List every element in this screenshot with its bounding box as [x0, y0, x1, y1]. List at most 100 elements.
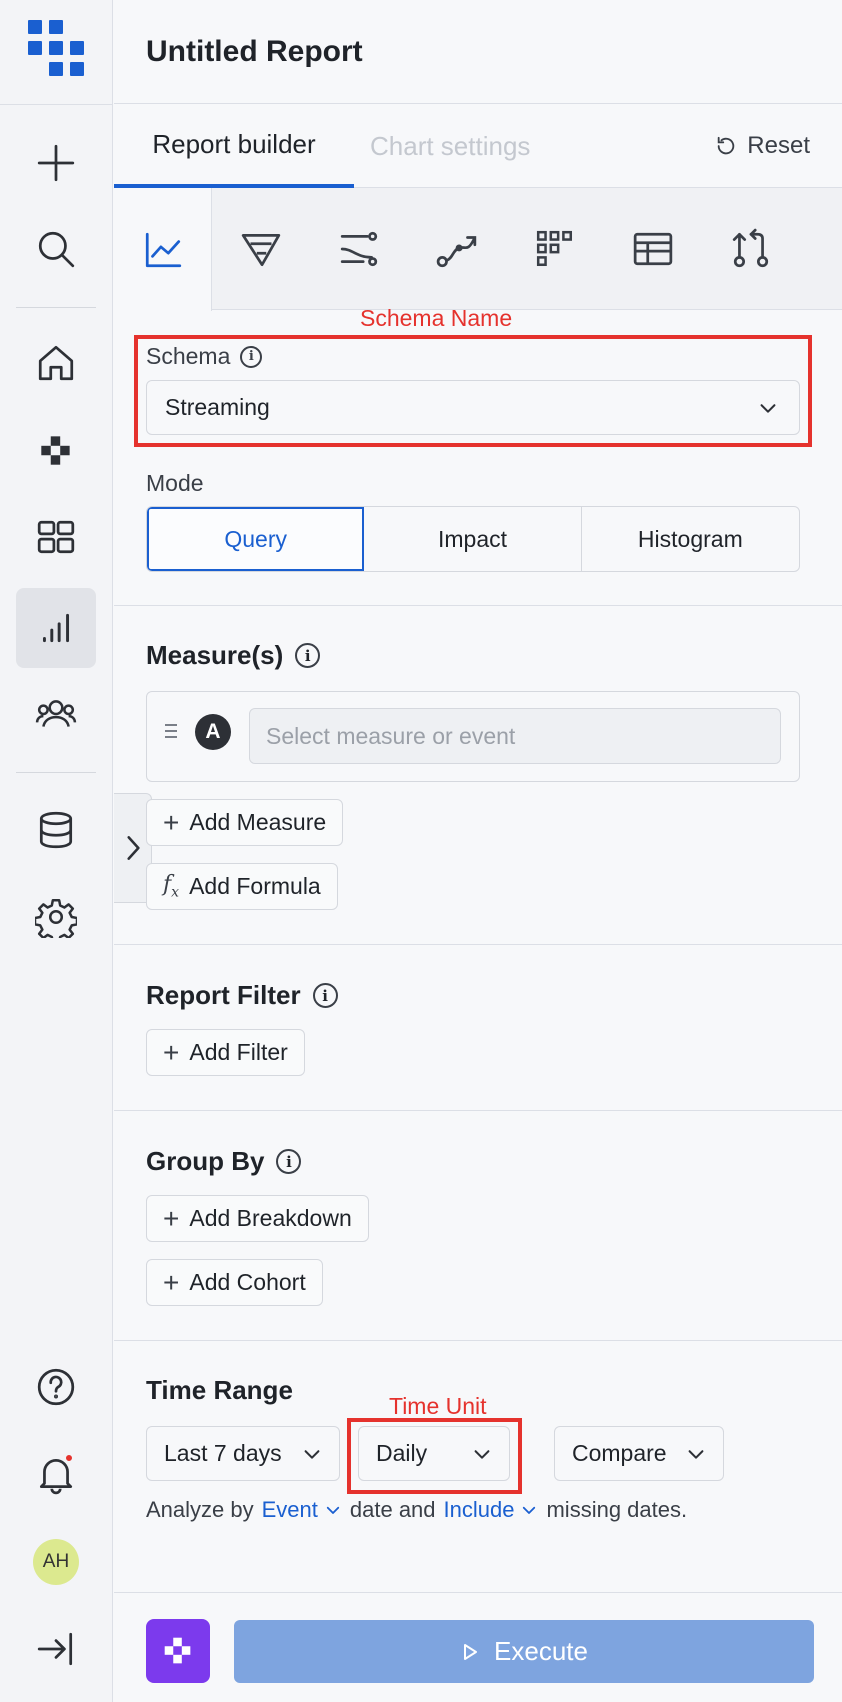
measure-select-input[interactable]: Select measure or event	[249, 708, 781, 764]
chevron-down-icon	[523, 1506, 536, 1514]
footer-bar: Execute	[114, 1592, 842, 1702]
notification-dot	[64, 1453, 74, 1463]
add-filter-label: Add Filter	[189, 1039, 288, 1065]
time-range-title-text: Time Range	[146, 1375, 293, 1405]
dashboards-icon[interactable]	[16, 497, 96, 577]
reports-icon[interactable]	[16, 588, 96, 668]
analyze-mid: date and	[349, 1497, 436, 1522]
missing-dates-dropdown[interactable]: Include	[444, 1497, 539, 1523]
plus-icon: +	[163, 806, 180, 838]
mode-impact-option[interactable]: Impact	[364, 507, 582, 571]
date-range-value: Last 7 days	[164, 1440, 282, 1466]
search-icon[interactable]	[16, 209, 96, 289]
report-filter-title-text: Report Filter	[146, 980, 301, 1010]
schema-name-annotation: Schema Name	[360, 305, 513, 331]
retention-grid-icon[interactable]	[506, 188, 604, 310]
execute-label: Execute	[494, 1636, 588, 1666]
analyze-by-sentence: Analyze by Event date and Include missin…	[146, 1497, 687, 1523]
plus-icon: +	[163, 1266, 180, 1298]
add-measure-button[interactable]: + Add Measure	[146, 799, 344, 846]
add-cohort-label: Add Cohort	[189, 1269, 306, 1295]
execute-button[interactable]: Execute	[234, 1620, 814, 1683]
home-icon[interactable]	[16, 323, 96, 403]
add-breakdown-button[interactable]: + Add Breakdown	[146, 1195, 369, 1242]
analyze-suffix: missing dates.	[546, 1497, 688, 1522]
tab-report-builder[interactable]: Report builder	[114, 104, 354, 188]
schema-select[interactable]: Streaming	[146, 380, 800, 435]
app-root: AH Untitled Report Report builder Chart …	[0, 0, 842, 1702]
compare-select[interactable]: Compare	[554, 1426, 724, 1481]
settings-gear-icon[interactable]	[16, 877, 96, 957]
avatar[interactable]: AH	[33, 1539, 79, 1585]
measure-letter-badge: A	[195, 714, 231, 750]
add-breakdown-label: Add Breakdown	[189, 1205, 352, 1231]
compare-icon[interactable]	[702, 188, 800, 310]
measures-section-title: Measure(s) i	[146, 640, 321, 671]
ai-assistant-icon	[164, 1637, 191, 1664]
left-rail: AH	[0, 0, 113, 1702]
group-by-title-text: Group By	[146, 1146, 265, 1176]
chart-type-bar	[114, 188, 842, 311]
journey-icon[interactable]	[408, 188, 506, 310]
report-filter-info-icon[interactable]: i	[312, 983, 338, 1008]
date-range-select[interactable]: Last 7 days	[146, 1426, 340, 1481]
group-by-section-title: Group By i	[146, 1146, 302, 1177]
mode-query-option[interactable]: Query	[147, 507, 365, 571]
compare-label: Compare	[572, 1440, 667, 1466]
analyze-prefix: Analyze by	[146, 1497, 254, 1522]
expand-sidebar-icon[interactable]	[16, 1609, 96, 1689]
add-formula-label: Add Formula	[189, 873, 321, 899]
section-divider	[114, 1110, 842, 1111]
report-builder-panel: Untitled Report Report builder Chart set…	[114, 0, 842, 1702]
tab-chart-settings[interactable]: Chart settings	[370, 104, 530, 188]
ai-assistant-button[interactable]	[146, 1619, 210, 1683]
reset-icon	[718, 136, 735, 155]
time-range-section-title: Time Range	[146, 1375, 293, 1406]
analyze-by-dropdown[interactable]: Event	[262, 1497, 342, 1523]
report-filter-section-title: Report Filter i	[146, 980, 338, 1011]
schema-label-text: Schema	[146, 343, 231, 369]
new-icon[interactable]	[16, 123, 96, 203]
measures-title-text: Measure(s)	[146, 640, 284, 670]
drag-handle-icon[interactable]	[165, 724, 177, 742]
help-icon[interactable]	[16, 1347, 96, 1427]
section-divider	[114, 1340, 842, 1341]
page-title[interactable]: Untitled Report	[146, 35, 363, 69]
rail-divider	[0, 104, 113, 105]
table-icon[interactable]	[604, 188, 702, 310]
plus-icon: +	[163, 1036, 180, 1068]
schema-label: Schema i	[146, 343, 263, 370]
group-by-info-icon[interactable]: i	[276, 1149, 302, 1174]
add-cohort-button[interactable]: + Add Cohort	[146, 1259, 323, 1306]
plugins-icon[interactable]	[16, 410, 96, 490]
flows-icon[interactable]	[310, 188, 408, 310]
mode-label: Mode	[146, 470, 204, 496]
chevron-down-icon	[474, 1449, 490, 1459]
mode-histogram-option[interactable]: Histogram	[582, 507, 799, 571]
reset-button[interactable]: Reset	[715, 104, 810, 188]
mode-segmented-control: Query Impact Histogram	[146, 506, 800, 572]
time-unit-select[interactable]: Daily	[358, 1426, 510, 1481]
rail-separator	[16, 772, 96, 773]
plus-icon: +	[163, 1202, 180, 1234]
analyze-by-value: Event	[261, 1497, 318, 1522]
section-divider	[114, 605, 842, 606]
chevron-down-icon	[688, 1449, 704, 1459]
database-icon[interactable]	[16, 790, 96, 870]
chevron-down-icon	[304, 1449, 320, 1459]
formula-fx-icon: fx	[163, 872, 180, 901]
add-formula-button[interactable]: fx Add Formula	[146, 863, 338, 910]
rail-separator	[16, 307, 96, 308]
schema-info-icon[interactable]: i	[240, 345, 263, 368]
users-icon[interactable]	[16, 674, 96, 754]
schema-value: Streaming	[165, 394, 270, 420]
add-filter-button[interactable]: + Add Filter	[146, 1029, 305, 1076]
measures-info-icon[interactable]: i	[295, 643, 321, 668]
funnel-icon[interactable]	[212, 188, 310, 310]
section-divider	[114, 944, 842, 945]
line-chart-icon[interactable]	[114, 188, 212, 311]
time-unit-value: Daily	[376, 1440, 428, 1466]
notifications-bell-icon[interactable]	[16, 1434, 96, 1514]
app-logo-icon[interactable]	[28, 20, 84, 76]
chevron-down-icon	[760, 403, 776, 413]
